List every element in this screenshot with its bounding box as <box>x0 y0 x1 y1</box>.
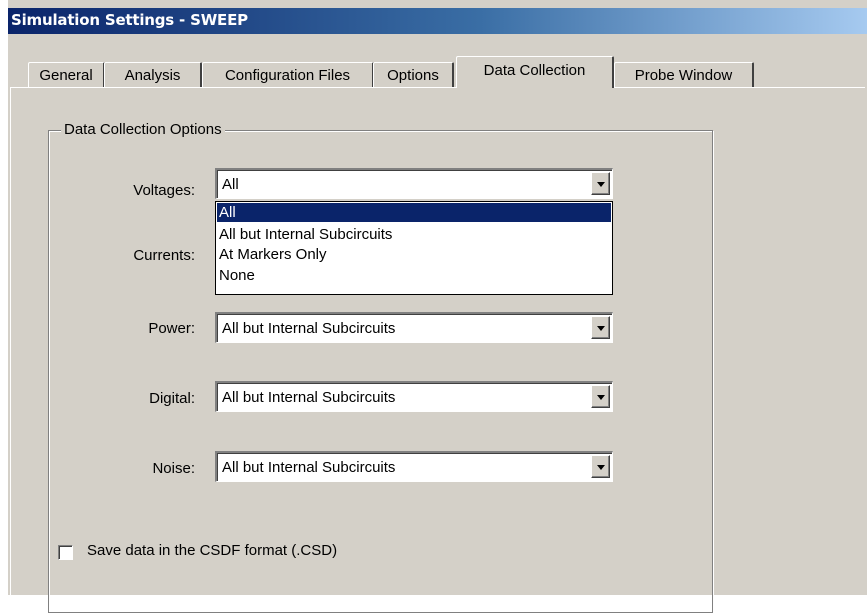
title-bar[interactable]: Simulation Settings - SWEEP <box>8 8 867 34</box>
dropdown-option-at-markers-only[interactable]: At Markers Only <box>217 245 611 264</box>
window-title: Simulation Settings - SWEEP <box>11 11 248 29</box>
dropdown-option-all[interactable]: All <box>217 203 611 222</box>
tab-probe-window[interactable]: Probe Window <box>614 62 754 88</box>
tab-configuration-files[interactable]: Configuration Files <box>202 62 374 88</box>
tab-analysis[interactable]: Analysis <box>104 62 202 88</box>
tab-general[interactable]: General <box>28 62 105 88</box>
tab-options[interactable]: Options <box>373 62 454 88</box>
group-label: Data Collection Options <box>61 121 225 138</box>
dropdown-option-none[interactable]: None <box>217 266 611 285</box>
dropdown-option-all-but-internal[interactable]: All but Internal Subcircuits <box>217 225 611 244</box>
tab-panel <box>10 87 865 597</box>
tab-data-collection[interactable]: Data Collection <box>456 56 614 88</box>
voltages-dropdown-list: All All but Internal Subcircuits At Mark… <box>215 201 613 295</box>
